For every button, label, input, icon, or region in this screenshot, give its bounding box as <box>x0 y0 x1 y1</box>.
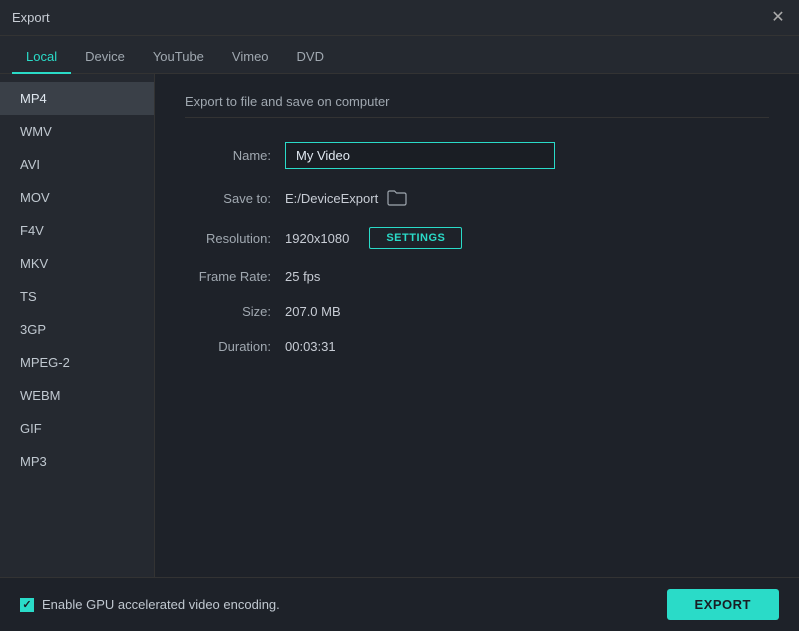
tab-local[interactable]: Local <box>12 41 71 74</box>
framerate-label: Frame Rate: <box>185 269 285 284</box>
save-to-label: Save to: <box>185 191 285 206</box>
title-bar: Export ✕ <box>0 0 799 36</box>
framerate-row: Frame Rate: 25 fps <box>185 269 769 284</box>
footer: ✓ Enable GPU accelerated video encoding.… <box>0 577 799 631</box>
duration-value: 00:03:31 <box>285 339 336 354</box>
save-to-container: E:/DeviceExport <box>285 189 408 207</box>
close-button[interactable]: ✕ <box>769 9 787 27</box>
export-button[interactable]: EXPORT <box>667 589 779 620</box>
sidebar: MP4 WMV AVI MOV F4V MKV TS 3GP MPEG-2 WE… <box>0 74 155 577</box>
name-label: Name: <box>185 148 285 163</box>
sidebar-item-f4v[interactable]: F4V <box>0 214 154 247</box>
sidebar-item-3gp[interactable]: 3GP <box>0 313 154 346</box>
content-area: Export to file and save on computer Name… <box>155 74 799 577</box>
name-row: Name: <box>185 142 769 169</box>
duration-label: Duration: <box>185 339 285 354</box>
main-content: MP4 WMV AVI MOV F4V MKV TS 3GP MPEG-2 WE… <box>0 74 799 577</box>
sidebar-item-wmv[interactable]: WMV <box>0 115 154 148</box>
sidebar-item-mpeg2[interactable]: MPEG-2 <box>0 346 154 379</box>
sidebar-item-gif[interactable]: GIF <box>0 412 154 445</box>
sidebar-item-mp3[interactable]: MP3 <box>0 445 154 478</box>
save-to-row: Save to: E:/DeviceExport <box>185 189 769 207</box>
resolution-row: Resolution: 1920x1080 SETTINGS <box>185 227 769 249</box>
tab-bar: Local Device YouTube Vimeo DVD <box>0 36 799 74</box>
gpu-option: ✓ Enable GPU accelerated video encoding. <box>20 597 280 612</box>
sidebar-item-avi[interactable]: AVI <box>0 148 154 181</box>
tab-device[interactable]: Device <box>71 41 139 74</box>
tab-youtube[interactable]: YouTube <box>139 41 218 74</box>
duration-row: Duration: 00:03:31 <box>185 339 769 354</box>
name-input[interactable] <box>285 142 555 169</box>
settings-button[interactable]: SETTINGS <box>369 227 462 249</box>
save-to-path: E:/DeviceExport <box>285 191 378 206</box>
sidebar-item-mov[interactable]: MOV <box>0 181 154 214</box>
tab-vimeo[interactable]: Vimeo <box>218 41 283 74</box>
size-label: Size: <box>185 304 285 319</box>
size-value: 207.0 MB <box>285 304 341 319</box>
section-title: Export to file and save on computer <box>185 94 769 118</box>
tab-dvd[interactable]: DVD <box>283 41 338 74</box>
gpu-label-text: Enable GPU accelerated video encoding. <box>42 597 280 612</box>
sidebar-item-mp4[interactable]: MP4 <box>0 82 154 115</box>
resolution-value: 1920x1080 <box>285 231 349 246</box>
resolution-label: Resolution: <box>185 231 285 246</box>
window-title: Export <box>12 10 50 25</box>
framerate-value: 25 fps <box>285 269 320 284</box>
folder-icon[interactable] <box>386 189 408 207</box>
gpu-checkbox[interactable]: ✓ <box>20 598 34 612</box>
size-row: Size: 207.0 MB <box>185 304 769 319</box>
sidebar-item-webm[interactable]: WEBM <box>0 379 154 412</box>
checkmark-icon: ✓ <box>22 598 31 611</box>
sidebar-item-ts[interactable]: TS <box>0 280 154 313</box>
sidebar-item-mkv[interactable]: MKV <box>0 247 154 280</box>
